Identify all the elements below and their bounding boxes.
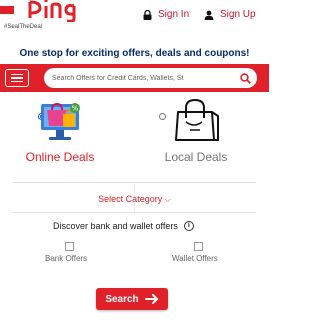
wallet-offers-checkbox[interactable] bbox=[194, 242, 203, 251]
local-deals-label: Local Deals bbox=[164, 150, 228, 164]
svg-text:%: % bbox=[72, 105, 79, 113]
search-button[interactable]: Search bbox=[96, 288, 168, 310]
sign-up-link[interactable]: Sign Up bbox=[204, 9, 256, 20]
search-icon[interactable] bbox=[236, 69, 254, 87]
top-navbar bbox=[0, 64, 269, 92]
sign-up-label: Sign Up bbox=[220, 9, 256, 20]
discover-offers-row: Discover bank and wallet offers i bbox=[53, 221, 194, 231]
local-deals-radio[interactable] bbox=[159, 113, 166, 120]
info-icon[interactable]: i bbox=[183, 221, 194, 231]
select-category-dropdown[interactable]: Select Category ⌵ bbox=[0, 194, 269, 205]
online-deals-label: Online Deals bbox=[25, 150, 95, 164]
hamburger-menu-button[interactable] bbox=[5, 69, 29, 87]
arrow-right-icon bbox=[144, 294, 158, 304]
menu-line bbox=[11, 77, 23, 79]
search-input[interactable] bbox=[52, 68, 227, 88]
online-shopping-icon: % bbox=[41, 102, 80, 140]
menu-line bbox=[11, 73, 23, 76]
bank-offers-label: Bank Offers bbox=[45, 254, 88, 263]
select-category-label: Select Category bbox=[98, 194, 163, 204]
user-icon bbox=[204, 10, 214, 20]
divider bbox=[13, 182, 256, 183]
bank-offers-checkbox[interactable] bbox=[65, 242, 74, 251]
chevron-down-icon: ⌵ bbox=[164, 195, 171, 204]
menu-line bbox=[11, 80, 23, 83]
logo-tagline: #SealTheDeal bbox=[4, 24, 43, 30]
divider bbox=[13, 212, 256, 213]
brand-logo[interactable] bbox=[0, 0, 78, 22]
discover-offers-label: Discover bank and wallet offers bbox=[53, 221, 178, 231]
search-button-label: Search bbox=[105, 293, 139, 305]
sign-in-label: Sign In bbox=[158, 9, 190, 20]
sign-in-link[interactable]: Sign In bbox=[143, 9, 189, 20]
site-tagline: One stop for exciting offers, deals and … bbox=[19, 48, 250, 59]
lock-icon bbox=[143, 9, 152, 20]
search-box bbox=[44, 68, 257, 88]
wallet-offers-label: Wallet Offers bbox=[172, 254, 218, 263]
shopping-bag-icon bbox=[175, 98, 219, 141]
